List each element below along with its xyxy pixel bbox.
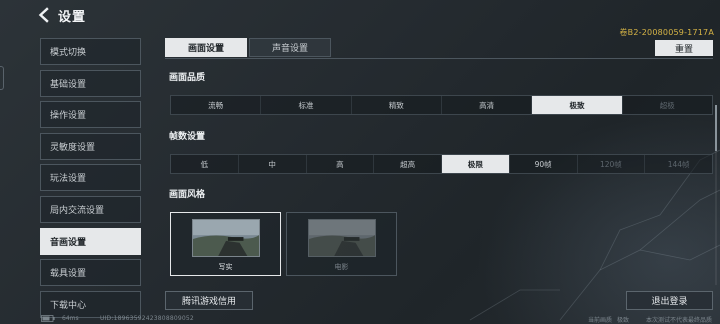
current-quality-label: 当前画质 — [588, 317, 613, 324]
quality-option[interactable]: 高清 — [442, 96, 533, 114]
frame-rate-title: 帧数设置 — [169, 132, 206, 142]
sidebar-item-label: 局内交流设置 — [50, 205, 105, 216]
tab-divider — [165, 58, 713, 59]
sidebar-item-label: 下载中心 — [50, 300, 87, 311]
sidebar-item-mode-switch[interactable]: 模式切换 — [40, 38, 141, 65]
frame-rate-option-selected[interactable]: 极限 — [442, 155, 510, 173]
battery-icon — [41, 315, 55, 322]
sidebar-item-audio-video[interactable]: 音画设置 — [40, 227, 141, 255]
sidebar-item-in-game-chat[interactable]: 局内交流设置 — [40, 195, 141, 223]
page-header: 设置 — [36, 5, 86, 25]
frame-rate-option[interactable]: 高 — [307, 155, 375, 173]
frame-rate-option-disabled: 144帧 — [667, 159, 690, 169]
tab-graphics[interactable]: 画面设置 — [165, 38, 247, 57]
sidebar-item-label: 操作设置 — [50, 111, 87, 122]
logout-button[interactable]: 退出登录 — [626, 291, 713, 310]
chevron-left-icon[interactable] — [36, 7, 52, 23]
sidebar-item-label: 载具设置 — [50, 269, 87, 280]
frame-rate-option[interactable]: 超高 — [374, 155, 442, 173]
quality-option[interactable]: 标准 — [261, 96, 352, 114]
style-card-label: 写实 — [218, 263, 233, 271]
sidebar-item-label: 音画设置 — [50, 237, 87, 248]
reset-button[interactable]: 重置 — [655, 40, 713, 56]
sidebar-item-sensitivity[interactable]: 灵敏度设置 — [40, 132, 141, 160]
sidebar: 模式切换 基础设置 操作设置 灵敏度设置 玩法设置 局内交流设置 音画设置 载具… — [40, 38, 141, 322]
sidebar-item-controls[interactable]: 操作设置 — [40, 101, 141, 129]
settings-tabs: 画面设置 声音设置 — [165, 38, 713, 57]
style-card-label: 电影 — [334, 263, 349, 271]
user-id: UID:18963592423808809052 — [100, 315, 194, 322]
frame-rate-option[interactable]: 90帧 — [510, 155, 578, 173]
license-number: 卷B2-20080059-1717A — [619, 28, 714, 37]
quality-option[interactable]: 精致 — [352, 96, 442, 114]
sidebar-item-label: 灵敏度设置 — [50, 142, 96, 153]
realistic-preview-image — [191, 219, 260, 257]
frame-rate-options: 低 中 高 超高 极限 90帧 120帧 144帧 — [170, 154, 713, 174]
sidebar-item-label: 模式切换 — [50, 48, 87, 58]
picture-style-title: 画面风格 — [169, 190, 206, 200]
quality-option-selected[interactable]: 极致 — [532, 96, 623, 114]
test-disclaimer: 本次测试不代表最终品质 — [646, 317, 713, 324]
graphics-quality-title: 画面品质 — [169, 73, 206, 83]
frame-rate-option[interactable]: 低 — [171, 155, 239, 173]
ping-value: 64ms — [62, 315, 79, 322]
sidebar-item-label: 基础设置 — [50, 79, 87, 90]
tencent-credit-button[interactable]: 腾讯游戏信用 — [165, 291, 253, 310]
graphics-quality-options: 流畅 标准 精致 高清 极致 超极 — [170, 95, 713, 115]
frame-rate-option-disabled: 120帧 — [578, 155, 646, 173]
left-edge-notch — [0, 66, 4, 90]
style-card-realistic[interactable]: 写实 — [170, 212, 281, 276]
page-title: 设置 — [58, 9, 87, 25]
status-bar: 64ms UID:18963592423808809052 当前画质 极致 本次… — [0, 313, 720, 324]
quality-option-disabled: 超极 — [659, 100, 675, 110]
tab-sound[interactable]: 声音设置 — [249, 38, 331, 57]
sidebar-item-gameplay[interactable]: 玩法设置 — [40, 164, 141, 192]
sidebar-item-vehicle[interactable]: 载具设置 — [40, 259, 141, 287]
quality-option[interactable]: 流畅 — [171, 96, 262, 114]
frame-rate-option[interactable]: 中 — [239, 155, 307, 173]
settings-panel: 画面设置 声音设置 重置 画面品质 流畅 标准 精致 高清 极致 超极 帧数设置… — [165, 38, 713, 276]
sidebar-item-label: 玩法设置 — [50, 174, 87, 185]
scrollbar-thumb[interactable] — [715, 105, 717, 151]
cinematic-preview-image — [307, 219, 376, 257]
style-card-cinematic[interactable]: 电影 — [286, 212, 397, 276]
current-quality-value: 极致 — [617, 317, 630, 324]
sidebar-item-basic-settings[interactable]: 基础设置 — [40, 69, 141, 97]
